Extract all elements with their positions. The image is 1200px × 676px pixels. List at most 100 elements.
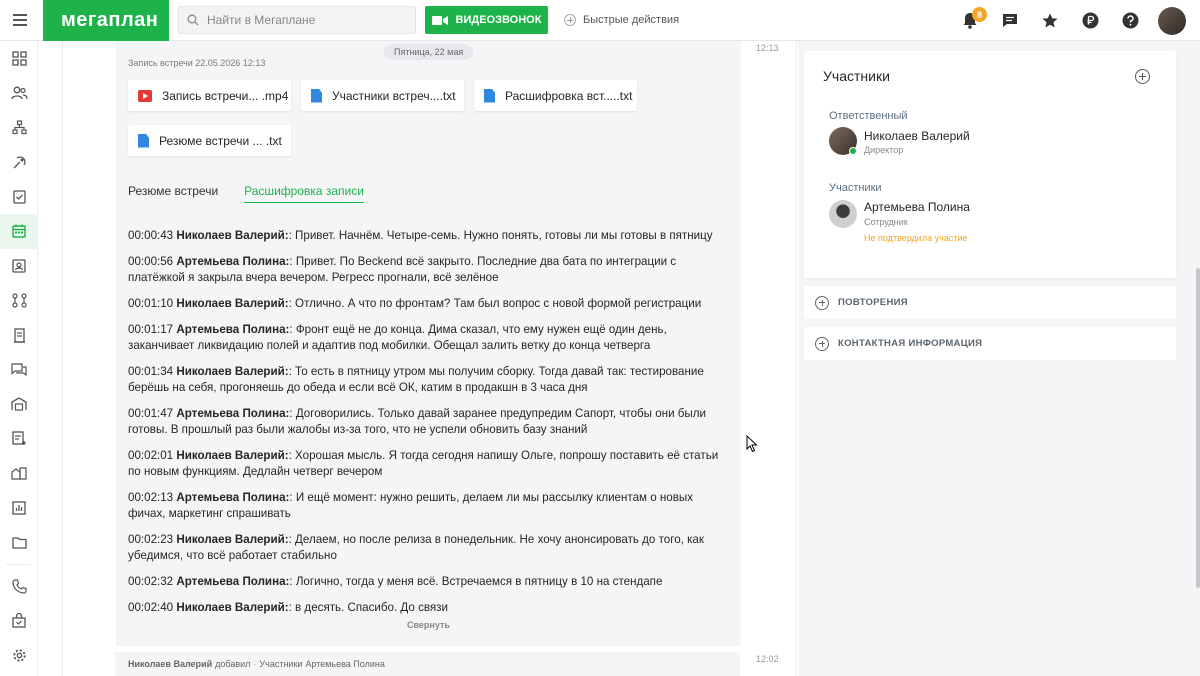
store-icon — [12, 613, 26, 628]
sidebar-item-chat[interactable] — [0, 352, 38, 387]
discussions-icon — [11, 363, 27, 376]
sidebar-separator — [6, 563, 31, 565]
attachment-name: Запись встречи... .mp4 — [162, 88, 289, 103]
attachment-participants[interactable]: Участники встреч....txt — [301, 80, 464, 111]
sidebar-item-warehouse[interactable] — [0, 387, 38, 422]
finance-icon — [11, 467, 27, 481]
activity-author[interactable]: Николаев Валерий — [128, 659, 212, 669]
favorites-button[interactable] — [1030, 0, 1070, 41]
billing-button[interactable] — [1070, 0, 1110, 41]
plus-circle-icon — [815, 336, 829, 351]
member-name[interactable]: Артемьева Полина — [864, 200, 970, 214]
activity-field: Участники — [259, 659, 303, 669]
sidebar — [0, 41, 38, 676]
event-time: 12:13 — [756, 43, 779, 53]
transcript-line: 00:00:56 Артемьева Полина:: Привет. По B… — [128, 255, 677, 284]
attachment-name: Расшифровка вст.....txt — [505, 88, 633, 103]
activity-action: добавил — [215, 659, 251, 669]
contacts-icon — [10, 86, 28, 100]
help-icon — [1122, 12, 1138, 29]
gear-icon — [12, 649, 26, 662]
chat-icon — [1003, 14, 1017, 27]
quick-actions-button[interactable]: Быстрые действия — [564, 14, 679, 26]
sidebar-item-processes[interactable] — [0, 283, 38, 318]
documents-icon — [13, 327, 25, 343]
text-file-icon — [484, 88, 495, 103]
warehouse-icon — [11, 397, 27, 411]
search-icon — [187, 14, 199, 26]
participants-card — [804, 51, 1176, 278]
folder-icon — [11, 537, 27, 549]
help-button[interactable] — [1110, 0, 1150, 41]
online-status-icon — [849, 147, 857, 155]
sidebar-item-files[interactable] — [0, 525, 38, 560]
accordion-label: КОНТАКТНАЯ ИНФОРМАЦИЯ — [838, 338, 983, 349]
sidebar-item-dashboard[interactable] — [0, 41, 38, 76]
sidebar-item-tasks[interactable] — [0, 179, 38, 214]
notifications-button[interactable]: 8 — [950, 0, 990, 41]
messages-button[interactable] — [990, 0, 1030, 41]
responsible-role: Директор — [864, 145, 904, 155]
attachment-transcript[interactable]: Расшифровка вст.....txt — [474, 80, 637, 111]
video-call-button[interactable]: ВИДЕОЗВОНОК — [425, 6, 548, 34]
accordion-contact-info[interactable]: КОНТАКТНАЯ ИНФОРМАЦИЯ — [804, 327, 1176, 360]
top-icons: 8 — [950, 0, 1200, 41]
attachment-recording[interactable]: Запись встречи... .mp4 — [128, 80, 291, 111]
sidebar-item-reports[interactable] — [0, 491, 38, 526]
logo[interactable]: мегаплан — [43, 0, 169, 41]
scrollbar[interactable] — [1196, 268, 1200, 588]
member-avatar[interactable] — [829, 200, 857, 228]
sidebar-item-settings[interactable] — [0, 638, 38, 673]
date-separator: Пятница, 22 мая — [384, 44, 474, 60]
accordion-label: ПОВТОРЕНИЯ — [838, 297, 908, 308]
processes-icon — [11, 293, 27, 308]
meeting-title: Запись встречи 22.05.2026 12:13 — [128, 58, 266, 68]
add-participant-button[interactable] — [1135, 69, 1150, 84]
participants-title: Участники — [823, 68, 890, 84]
tasks-icon — [12, 190, 26, 204]
member-status: Не подтвердила участие — [864, 233, 968, 243]
sidebar-item-deals[interactable] — [0, 145, 38, 180]
event-time: 12:02 — [756, 654, 779, 664]
attachment-name: Участники встреч....txt — [332, 88, 456, 103]
calendar-icon — [12, 224, 26, 238]
top-bar: мегаплан ВИДЕОЗВОНОК Быстрые действия 8 — [0, 0, 1200, 41]
sidebar-item-contacts[interactable] — [0, 76, 38, 111]
plus-circle-icon — [564, 14, 576, 26]
sidebar-item-calendar[interactable] — [0, 213, 38, 249]
search-input[interactable] — [207, 13, 397, 27]
plus-circle-icon — [815, 295, 829, 310]
sidebar-item-structure[interactable] — [0, 110, 38, 145]
sidebar-item-store[interactable] — [0, 604, 38, 639]
responsible-label: Ответственный — [829, 110, 908, 122]
employees-icon — [12, 259, 26, 274]
video-camera-icon — [431, 15, 448, 25]
user-avatar[interactable] — [1158, 6, 1186, 35]
transcript-line: 00:00:43 Николаев Валерий:: Привет. Начн… — [128, 229, 713, 242]
search-box[interactable] — [178, 6, 416, 34]
activity-entry: Николаев Валерий добавил · Участники Арт… — [115, 652, 740, 676]
reports-icon — [12, 501, 26, 515]
notifications-badge: 8 — [972, 7, 987, 22]
sidebar-item-documents[interactable] — [0, 318, 38, 353]
video-file-icon — [138, 89, 152, 102]
transcript-line: 00:01:17 Артемьева Полина:: Фронт ещё не… — [128, 323, 667, 352]
sidebar-item-invoices[interactable] — [0, 422, 38, 457]
attachment-name: Резюме встречи ... .txt — [159, 133, 282, 148]
transcript-line: 00:01:47 Артемьева Полина:: Договорились… — [128, 407, 706, 436]
transcript-line: 00:01:10 Николаев Валерий:: Отлично. А ч… — [128, 297, 702, 310]
sidebar-item-finance[interactable] — [0, 456, 38, 491]
attachment-summary[interactable]: Резюме встречи ... .txt — [128, 125, 291, 156]
menu-icon[interactable] — [0, 0, 40, 41]
transcript-line: 00:02:23 Николаев Валерий:: Делаем, но п… — [128, 533, 704, 562]
sidebar-item-employees[interactable] — [0, 249, 38, 284]
phone-icon — [11, 579, 27, 594]
tab-summary[interactable]: Резюме встречи — [128, 184, 218, 203]
text-file-icon — [138, 133, 149, 148]
sidebar-item-telephony[interactable] — [0, 569, 38, 604]
accordion-repeats[interactable]: ПОВТОРЕНИЯ — [804, 286, 1176, 319]
tab-transcript[interactable]: Расшифровка записи — [244, 184, 364, 203]
collapse-button[interactable]: Свернуть — [407, 620, 450, 630]
responsible-name[interactable]: Николаев Валерий — [864, 129, 970, 143]
members-label: Участники — [829, 182, 882, 194]
